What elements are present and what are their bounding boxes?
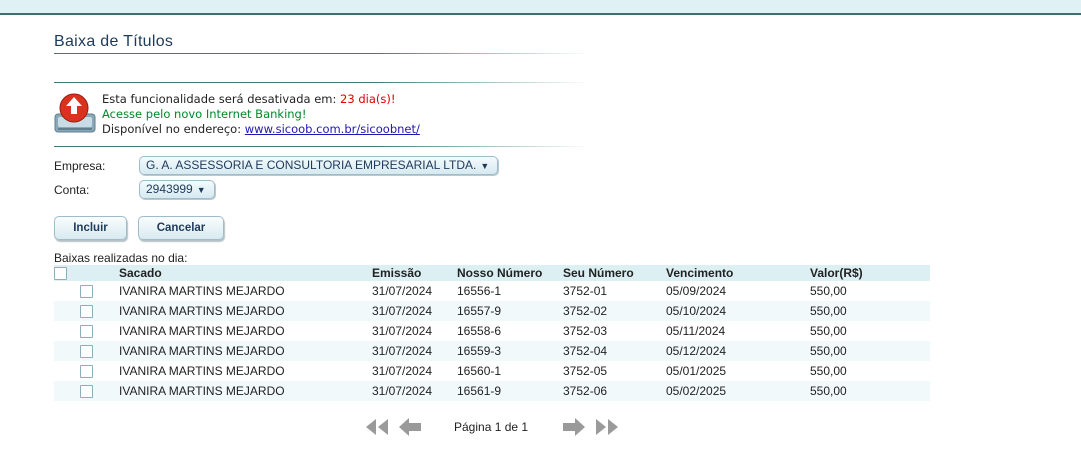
incluir-button[interactable]: Incluir bbox=[54, 216, 127, 240]
cell-valor: 550,00 bbox=[810, 381, 930, 401]
cell-valor: 550,00 bbox=[810, 341, 930, 361]
conta-select[interactable]: 2943999 ▼ bbox=[139, 180, 215, 199]
header-valor[interactable]: Valor(R$) bbox=[810, 265, 930, 281]
title-divider bbox=[54, 53, 590, 54]
cell-sacado: IVANIRA MARTINS MEJARDO bbox=[119, 301, 372, 321]
next-page-icon[interactable] bbox=[561, 416, 587, 438]
page-indicator: Página 1 de 1 bbox=[454, 420, 529, 434]
row-checkbox[interactable] bbox=[80, 285, 93, 299]
notice-top-divider bbox=[54, 82, 590, 83]
table-row: IVANIRA MARTINS MEJARDO 31/07/2024 16559… bbox=[54, 341, 930, 361]
cell-emissao: 31/07/2024 bbox=[372, 364, 433, 378]
header-seu-numero[interactable]: Seu Número bbox=[563, 265, 666, 281]
cell-nosso-numero: 16561-9 bbox=[457, 381, 563, 401]
page-title: Baixa de Títulos bbox=[54, 33, 174, 50]
first-page-icon[interactable] bbox=[364, 416, 390, 438]
cell-nosso-numero: 16558-6 bbox=[457, 324, 502, 338]
header-vencimento[interactable]: Vencimento bbox=[666, 265, 810, 281]
cell-sacado: IVANIRA MARTINS MEJARDO bbox=[119, 381, 372, 401]
empresa-select[interactable]: G. A. ASSESSORIA E CONSULTORIA EMPRESARI… bbox=[139, 156, 499, 175]
conta-label: Conta: bbox=[54, 183, 90, 197]
last-page-icon[interactable] bbox=[594, 416, 620, 438]
cell-vencimento: 05/01/2025 bbox=[666, 364, 727, 378]
table-row: IVANIRA MARTINS MEJARDO 31/07/2024 16561… bbox=[54, 381, 930, 401]
notice-line-3: Disponível no endereço: www.sicoob.com.b… bbox=[102, 122, 420, 136]
table-row: IVANIRA MARTINS MEJARDO 31/07/2024 16557… bbox=[54, 301, 930, 321]
cell-vencimento: 05/11/2024 bbox=[666, 324, 726, 338]
cell-emissao: 31/07/2024 bbox=[372, 301, 457, 321]
cell-valor: 550,00 bbox=[810, 324, 847, 338]
table-row: IVANIRA MARTINS MEJARDO 31/07/2024 16558… bbox=[54, 321, 930, 341]
row-checkbox[interactable] bbox=[80, 385, 93, 399]
select-all-checkbox[interactable] bbox=[54, 267, 67, 281]
cell-vencimento: 05/12/2024 bbox=[666, 341, 810, 361]
cell-emissao: 31/07/2024 bbox=[372, 284, 433, 298]
header-emissao[interactable]: Emissão bbox=[372, 265, 457, 281]
cell-valor: 550,00 bbox=[810, 284, 847, 298]
cell-seu-numero: 3752-06 bbox=[563, 381, 666, 401]
top-bar bbox=[0, 0, 1081, 15]
cell-valor: 550,00 bbox=[810, 364, 847, 378]
cell-seu-numero: 3752-04 bbox=[563, 341, 666, 361]
pagination: Página 1 de 1 bbox=[0, 416, 1081, 438]
previous-page-icon[interactable] bbox=[397, 416, 423, 438]
cell-nosso-numero: 16560-1 bbox=[457, 364, 502, 378]
deactivation-notice: Esta funcionalidade será desativada em: … bbox=[102, 92, 420, 137]
cell-nosso-numero: 16556-1 bbox=[457, 284, 502, 298]
row-checkbox[interactable] bbox=[80, 345, 93, 359]
cell-seu-numero: 3752-03 bbox=[563, 324, 608, 338]
cell-emissao: 31/07/2024 bbox=[372, 381, 457, 401]
empresa-label: Empresa: bbox=[54, 159, 106, 173]
chevron-down-icon: ▼ bbox=[196, 185, 206, 195]
cell-emissao: 31/07/2024 bbox=[372, 324, 433, 338]
cell-vencimento: 05/10/2024 bbox=[666, 301, 810, 321]
cell-nosso-numero: 16559-3 bbox=[457, 341, 563, 361]
select-all-cell bbox=[54, 265, 119, 281]
cancelar-button[interactable]: Cancelar bbox=[138, 216, 224, 240]
cell-vencimento: 05/09/2024 bbox=[666, 284, 727, 298]
header-sacado[interactable]: Sacado bbox=[119, 265, 372, 281]
cell-sacado: IVANIRA MARTINS MEJARDO bbox=[119, 341, 372, 361]
cell-vencimento: 05/02/2025 bbox=[666, 381, 810, 401]
table-header-row: Sacado Emissão Nosso Número Seu Número V… bbox=[54, 265, 930, 281]
cell-nosso-numero: 16557-9 bbox=[457, 301, 563, 321]
cell-seu-numero: 3752-01 bbox=[563, 284, 608, 298]
chevron-down-icon: ▼ bbox=[480, 161, 490, 171]
cell-seu-numero: 3752-02 bbox=[563, 301, 666, 321]
cell-emissao: 31/07/2024 bbox=[372, 341, 457, 361]
cell-sacado: IVANIRA MARTINS MEJARDO bbox=[119, 284, 285, 298]
internet-banking-link[interactable]: www.sicoob.com.br/sicoobnet/ bbox=[245, 122, 420, 136]
header-nosso-numero[interactable]: Nosso Número bbox=[457, 265, 563, 281]
cell-sacado: IVANIRA MARTINS MEJARDO bbox=[119, 324, 285, 338]
cell-valor: 550,00 bbox=[810, 301, 930, 321]
row-checkbox[interactable] bbox=[80, 305, 93, 319]
cell-sacado: IVANIRA MARTINS MEJARDO bbox=[119, 364, 285, 378]
table-row: IVANIRA MARTINS MEJARDO 31/07/2024 16556… bbox=[54, 281, 930, 301]
baixas-table: Sacado Emissão Nosso Número Seu Número V… bbox=[54, 265, 930, 401]
upload-warning-icon bbox=[54, 93, 96, 133]
section-label: Baixas realizadas no dia: bbox=[54, 251, 188, 265]
notice-line-2: Acesse pelo novo Internet Banking! bbox=[102, 107, 307, 121]
notice-bottom-divider bbox=[54, 146, 590, 147]
table-row: IVANIRA MARTINS MEJARDO 31/07/2024 16560… bbox=[54, 361, 930, 381]
days-remaining: 23 dia(s)! bbox=[340, 92, 396, 106]
cell-seu-numero: 3752-05 bbox=[563, 364, 608, 378]
notice-line-1: Esta funcionalidade será desativada em: … bbox=[102, 92, 396, 106]
row-checkbox[interactable] bbox=[80, 365, 93, 379]
row-checkbox[interactable] bbox=[80, 325, 93, 339]
